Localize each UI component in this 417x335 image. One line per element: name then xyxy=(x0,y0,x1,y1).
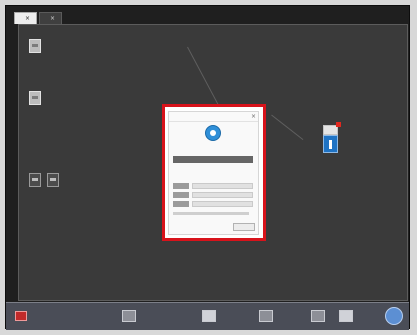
form-row xyxy=(173,183,253,189)
panel-node-icon[interactable] xyxy=(47,173,59,187)
grid-icon[interactable] xyxy=(311,310,325,322)
close-tab-icon[interactable]: × xyxy=(50,15,55,22)
field-label xyxy=(173,183,189,189)
connector-line xyxy=(271,114,304,141)
dialog-window: × xyxy=(168,111,259,235)
field-value[interactable] xyxy=(192,192,253,198)
grid-icon[interactable] xyxy=(122,310,136,322)
field-value[interactable] xyxy=(192,201,253,207)
dialog-note xyxy=(173,212,249,215)
close-icon[interactable]: × xyxy=(251,112,256,121)
brand-logo-icon xyxy=(205,125,221,141)
tab-active[interactable]: × xyxy=(14,12,38,24)
alert-icon[interactable] xyxy=(15,311,27,321)
grid-icon[interactable] xyxy=(202,310,216,322)
dialog-toolbar[interactable] xyxy=(173,156,253,163)
document-node-icon[interactable] xyxy=(29,39,41,53)
close-tab-icon[interactable]: × xyxy=(25,15,30,22)
bottom-toolbar xyxy=(6,302,409,330)
tab-bar: × × xyxy=(14,12,63,24)
node-body xyxy=(323,135,338,153)
warning-flag-icon xyxy=(336,122,341,127)
document-node-icon[interactable] xyxy=(29,91,41,105)
ok-button[interactable] xyxy=(233,223,255,231)
grid-icon[interactable] xyxy=(259,310,273,322)
dialog-titlebar: × xyxy=(169,112,258,122)
help-icon[interactable] xyxy=(385,307,403,325)
field-label xyxy=(173,201,189,207)
field-label xyxy=(173,192,189,198)
form-row xyxy=(173,201,253,207)
app-window: × × × xyxy=(5,5,410,330)
info-node-icon[interactable] xyxy=(323,122,341,153)
tab-inactive[interactable]: × xyxy=(39,12,63,24)
panel-node-icon[interactable] xyxy=(29,173,41,187)
grid-icon[interactable] xyxy=(339,310,353,322)
connector-line xyxy=(187,46,222,111)
selected-dialog-highlight: × xyxy=(162,104,266,241)
field-value[interactable] xyxy=(192,183,253,189)
form-row xyxy=(173,192,253,198)
